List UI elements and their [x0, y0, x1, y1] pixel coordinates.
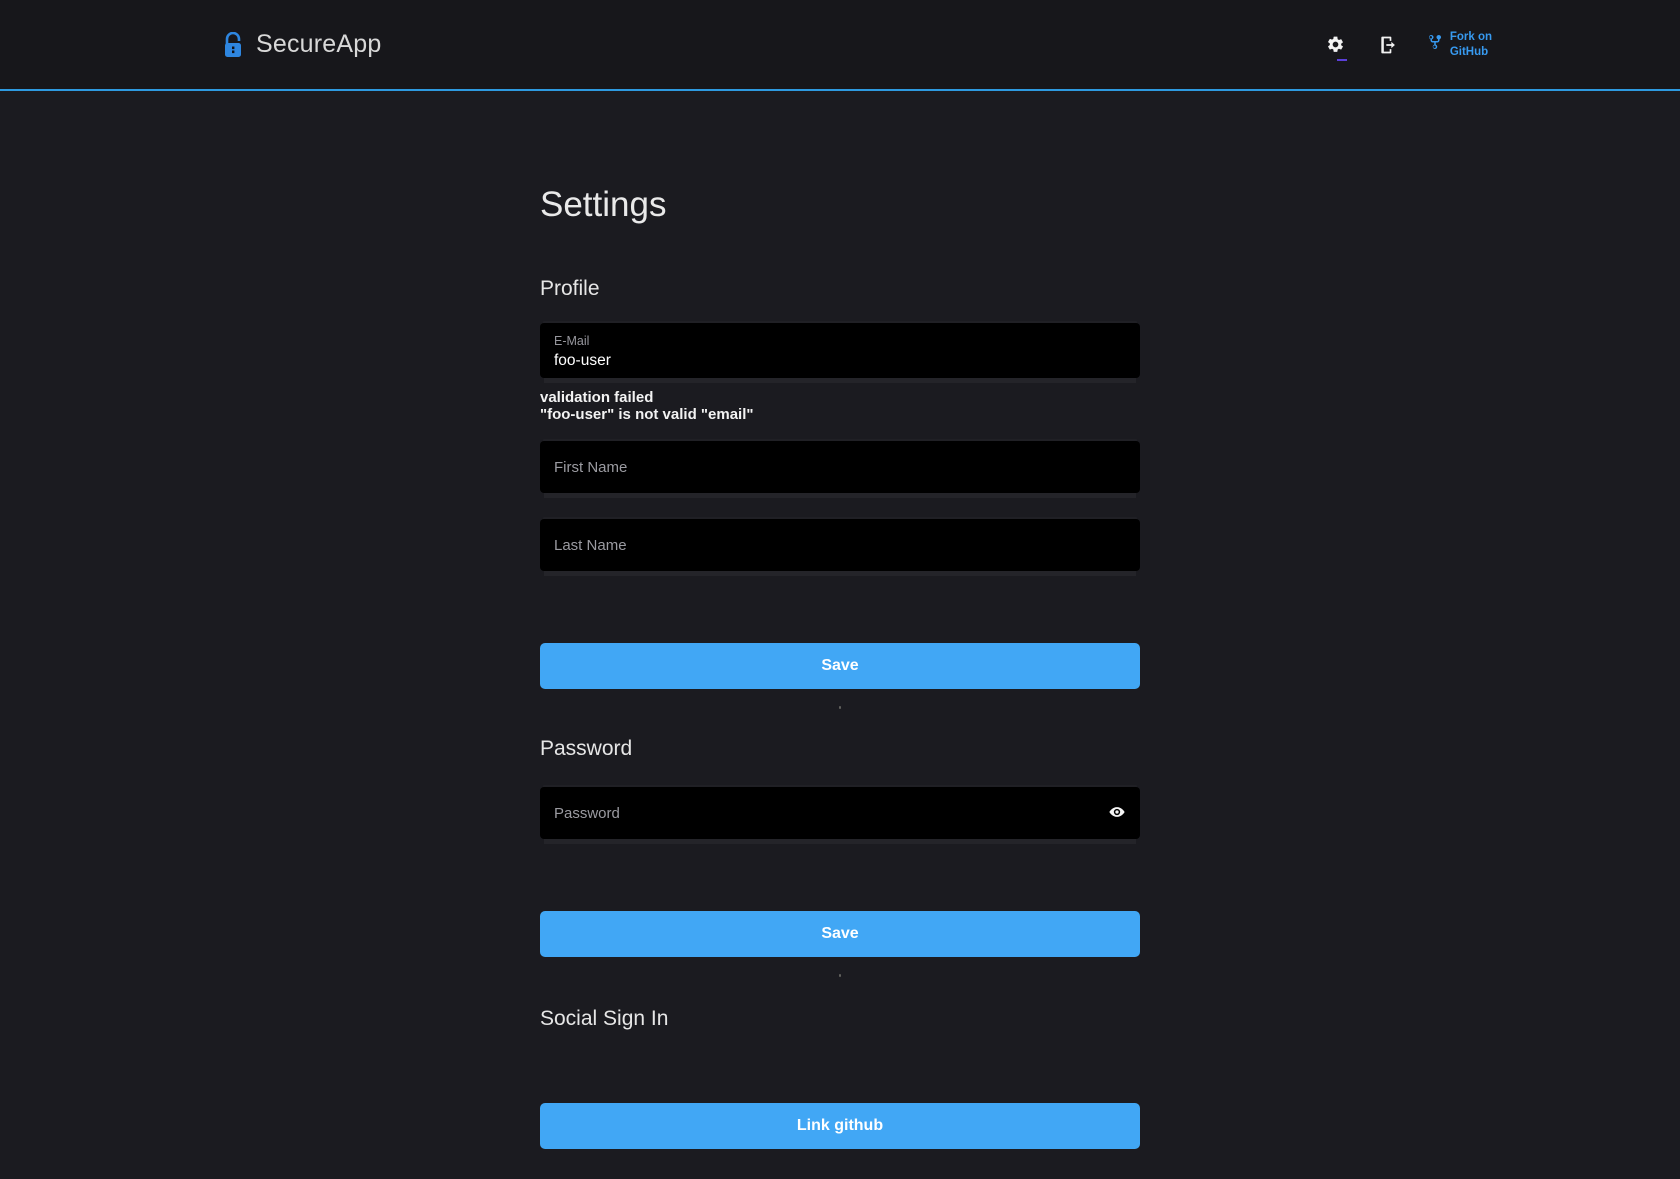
- section-divider-dot: [839, 706, 841, 709]
- email-input[interactable]: [554, 352, 1126, 370]
- logout-button[interactable]: [1375, 32, 1401, 58]
- email-validation-error: validation failed "foo-user" is not vali…: [540, 389, 1140, 423]
- link-github-button[interactable]: Link github: [540, 1103, 1140, 1149]
- password-field[interactable]: [540, 787, 1140, 839]
- profile-heading: Profile: [540, 277, 1140, 301]
- app-header: SecureApp: [0, 0, 1680, 91]
- fork-link-label: Fork on GitHub: [1450, 30, 1492, 59]
- git-fork-icon: [1427, 34, 1443, 55]
- logout-door-icon: [1378, 35, 1398, 55]
- first-name-input[interactable]: [554, 459, 1126, 476]
- validation-line-1: validation failed: [540, 389, 1140, 406]
- gear-icon: [1326, 35, 1345, 54]
- brand: SecureApp: [222, 30, 382, 59]
- password-heading: Password: [540, 737, 1140, 761]
- toggle-password-visibility-button[interactable]: [1108, 803, 1126, 824]
- section-divider-dot: [839, 974, 841, 977]
- email-field[interactable]: E-Mail: [540, 323, 1140, 378]
- validation-line-2: "foo-user" is not valid "email": [540, 406, 1140, 423]
- fork-on-github-link[interactable]: Fork on GitHub: [1427, 30, 1492, 59]
- save-password-button[interactable]: Save: [540, 911, 1140, 957]
- lock-icon: [222, 32, 244, 58]
- page-title: Settings: [540, 185, 1140, 225]
- gear-cursor-mark: [1337, 59, 1347, 61]
- last-name-input[interactable]: [554, 537, 1126, 554]
- password-input[interactable]: [554, 805, 1098, 822]
- settings-main: Settings Profile E-Mail validation faile…: [540, 91, 1140, 1149]
- app-title: SecureApp: [256, 30, 382, 59]
- email-label: E-Mail: [554, 334, 1126, 349]
- header-actions: Fork on GitHub: [1323, 30, 1492, 59]
- settings-gear-button[interactable]: [1323, 32, 1349, 58]
- save-profile-button[interactable]: Save: [540, 643, 1140, 689]
- eye-icon: [1108, 803, 1126, 824]
- social-sign-in-heading: Social Sign In: [540, 1007, 1140, 1031]
- last-name-field[interactable]: [540, 519, 1140, 571]
- first-name-field[interactable]: [540, 441, 1140, 493]
